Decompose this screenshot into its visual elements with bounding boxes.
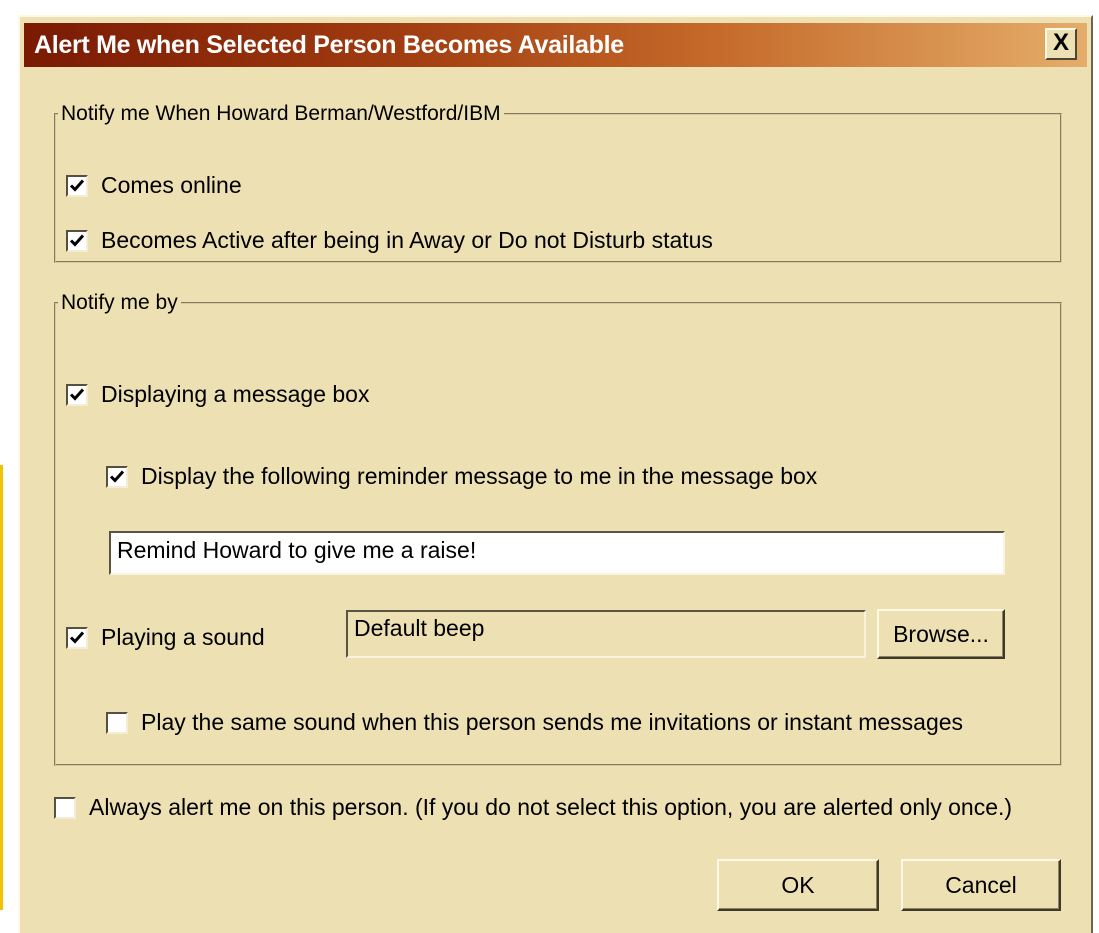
always-alert-checkbox[interactable] [54,796,76,819]
comes-online-label: Comes online [101,172,242,198]
becomes-active-label: Becomes Active after being in Away or Do… [101,227,713,253]
play-sound-option[interactable]: Playing a sound [66,624,265,651]
notify-by-group: Notify me by Displaying a message box Di… [54,292,1062,766]
alert-dialog: Alert Me when Selected Person Becomes Av… [18,15,1093,933]
reminder-message-input[interactable]: Remind Howard to give me a raise! [109,531,1005,575]
checkmark-icon [109,470,125,483]
reminder-option[interactable]: Display the following reminder message t… [106,463,817,490]
checkmark-icon [69,179,85,192]
checkmark-icon [69,388,85,401]
reminder-label: Display the following reminder message t… [141,463,818,489]
sound-file-field[interactable]: Default beep [346,610,866,658]
title-bar[interactable]: Alert Me when Selected Person Becomes Av… [24,23,1087,67]
notify-by-legend: Notify me by [61,291,178,314]
notify-when-group: Notify me When Howard Berman/Westford/IB… [54,103,1062,263]
always-alert-label: Always alert me on this person. (If you … [89,794,1013,820]
checkmark-icon [69,631,85,644]
close-icon: X [1052,29,1069,56]
message-box-checkbox[interactable] [66,383,88,406]
cancel-button[interactable]: Cancel [901,859,1061,911]
checkmark-icon [69,234,85,247]
play-sound-label: Playing a sound [101,624,265,650]
same-sound-label: Play the same sound when this person sen… [141,709,964,735]
background-edge [0,465,3,910]
browse-button[interactable]: Browse... [877,609,1005,659]
becomes-active-option[interactable]: Becomes Active after being in Away or Do… [66,227,713,254]
message-box-option[interactable]: Displaying a message box [66,381,369,408]
comes-online-checkbox[interactable] [66,174,88,197]
dialog-title: Alert Me when Selected Person Becomes Av… [34,31,624,59]
same-sound-checkbox[interactable] [106,711,128,734]
becomes-active-checkbox[interactable] [66,229,88,252]
comes-online-option[interactable]: Comes online [66,172,242,199]
close-button[interactable]: X [1045,28,1077,60]
reminder-checkbox[interactable] [106,465,128,488]
message-box-label: Displaying a message box [101,381,370,407]
always-alert-option[interactable]: Always alert me on this person. (If you … [54,794,1012,821]
ok-button[interactable]: OK [717,859,879,911]
notify-when-legend: Notify me When Howard Berman/Westford/IB… [61,102,501,125]
same-sound-option[interactable]: Play the same sound when this person sen… [106,709,963,736]
play-sound-checkbox[interactable] [66,626,88,649]
